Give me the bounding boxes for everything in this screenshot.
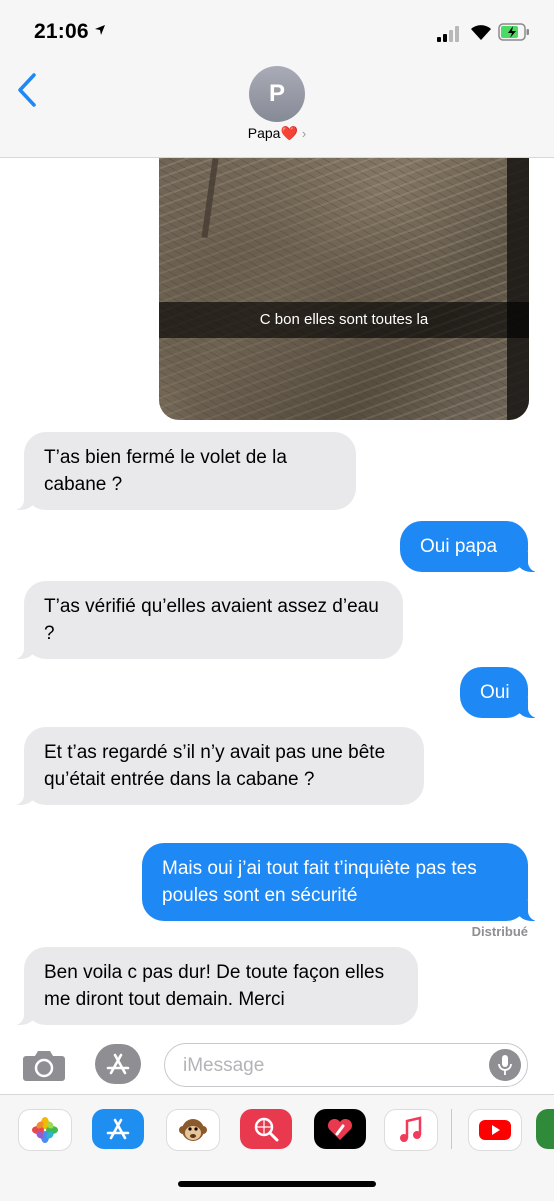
contact-name: Papa — [247, 125, 281, 141]
message-bubble-incoming[interactable]: T’as bien fermé le volet de la cabane ? — [14, 432, 356, 510]
message-input[interactable]: iMessage — [164, 1043, 528, 1087]
clock: 21:06 — [34, 20, 89, 43]
chevron-right-icon: › — [301, 126, 307, 141]
app-store-icon — [106, 1053, 130, 1075]
message-bubble-incoming[interactable]: Et t’as regardé s’il n’y avait pas une b… — [14, 727, 424, 805]
back-chevron-icon[interactable] — [14, 72, 40, 108]
photo-dark-edge — [507, 158, 529, 420]
web-search-icon[interactable] — [240, 1109, 292, 1149]
delivery-status: Distribué — [471, 924, 528, 939]
drawer-divider — [451, 1109, 452, 1149]
app-store-button[interactable] — [95, 1044, 141, 1084]
home-indicator[interactable] — [178, 1181, 376, 1187]
contact-name-button[interactable]: Papa❤️ › — [0, 125, 554, 142]
digital-touch-icon[interactable] — [314, 1109, 366, 1149]
photo-caption: C bon elles sont toutes la — [159, 302, 529, 338]
message-bubble-incoming[interactable]: T’as vérifié qu’elles avaient assez d’ea… — [14, 581, 403, 659]
music-app-icon[interactable] — [384, 1109, 438, 1151]
battery-charging-icon — [498, 23, 529, 41]
contact-avatar[interactable]: P — [249, 66, 305, 122]
photo-branch — [201, 158, 219, 239]
app-drawer — [0, 1094, 554, 1201]
message-bubble-outgoing[interactable]: Oui — [460, 667, 538, 718]
photos-app-icon[interactable] — [18, 1109, 72, 1151]
status-bar: 21:06 — [0, 0, 554, 64]
conversation-header: P Papa❤️ › — [0, 64, 554, 158]
cellular-signal-icon — [437, 26, 459, 42]
animoji-monkey-icon[interactable] — [166, 1109, 220, 1151]
message-bubble-outgoing[interactable]: Oui papa — [400, 521, 538, 572]
message-bubble-incoming[interactable]: Ben voila c pas dur! De toute façon elle… — [14, 947, 418, 1025]
app-store-app-icon[interactable] — [92, 1109, 144, 1149]
heart-emoji: ❤️ — [280, 125, 298, 141]
photo-message[interactable]: C bon elles sont toutes la — [159, 158, 529, 420]
message-input-placeholder: iMessage — [183, 1055, 265, 1076]
wifi-icon — [471, 25, 491, 40]
camera-icon[interactable] — [22, 1048, 66, 1082]
message-bubble-outgoing[interactable]: Mais oui j’ai tout fait t’inquiète pas t… — [142, 843, 538, 921]
avatar-initial: P — [268, 80, 285, 107]
youtube-app-icon[interactable] — [468, 1109, 522, 1151]
location-arrow-icon — [95, 25, 105, 35]
partial-app-icon[interactable] — [536, 1109, 554, 1149]
microphone-icon — [498, 1055, 512, 1075]
microphone-button[interactable] — [489, 1049, 521, 1081]
